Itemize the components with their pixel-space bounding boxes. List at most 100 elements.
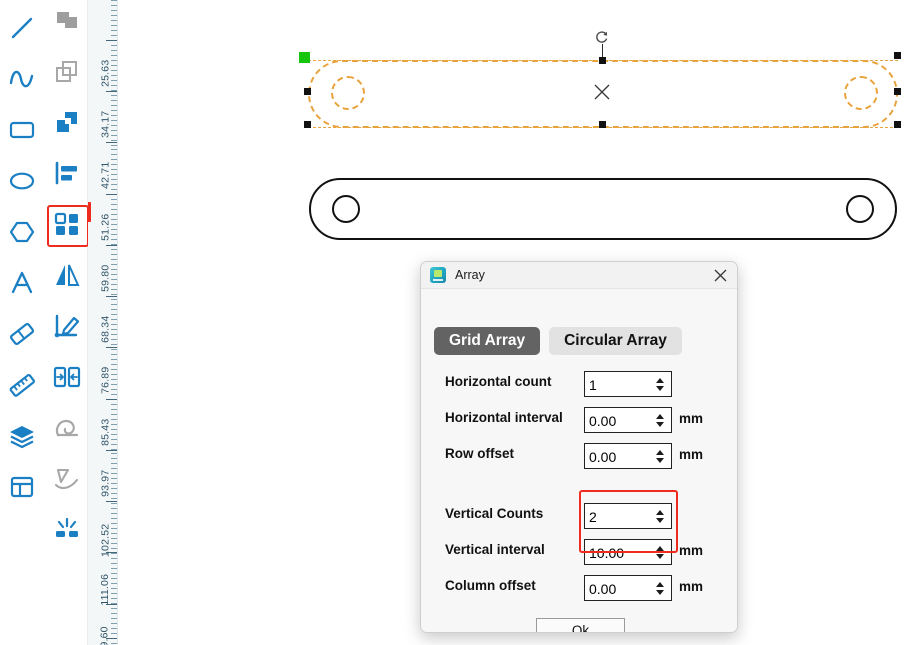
selection-handle-mid-right[interactable] bbox=[894, 88, 901, 95]
distribute-tool-icon[interactable] bbox=[45, 355, 89, 399]
selection-handle-mid-left[interactable] bbox=[304, 88, 311, 95]
dialog-body: Grid Array Circular Array Horizontal cou… bbox=[421, 289, 737, 632]
ruler-minor-tick bbox=[111, 324, 117, 325]
ruler-minor-tick bbox=[111, 533, 117, 534]
text-tool-icon[interactable] bbox=[0, 261, 44, 305]
stepper-down-icon[interactable] bbox=[655, 457, 664, 463]
ruler-minor-tick bbox=[111, 269, 117, 270]
column-offset-input[interactable]: 0.00 bbox=[584, 575, 672, 601]
stepper-down-icon[interactable] bbox=[655, 553, 664, 559]
tab-grid-array[interactable]: Grid Array bbox=[434, 327, 541, 355]
align-tool-icon[interactable] bbox=[45, 151, 89, 195]
horizontal-count-stepper[interactable] bbox=[651, 372, 671, 396]
stepper-down-icon[interactable] bbox=[655, 421, 664, 427]
ruler-minor-tick bbox=[111, 25, 117, 26]
ruler-minor-tick bbox=[111, 5, 117, 6]
explode-tool-icon[interactable] bbox=[45, 508, 89, 552]
rounded-slot-shape[interactable] bbox=[309, 178, 897, 240]
stepper-down-icon[interactable] bbox=[655, 385, 664, 391]
vertical-counts-stepper[interactable] bbox=[651, 504, 671, 528]
array-tool-icon[interactable] bbox=[45, 202, 89, 246]
stepper-up-icon[interactable] bbox=[655, 413, 664, 419]
ok-button[interactable]: Ok bbox=[536, 618, 625, 632]
ruler-minor-tick bbox=[111, 219, 117, 220]
label-horizontal-interval: Horizontal interval bbox=[445, 410, 563, 425]
selection-handle-top-right[interactable] bbox=[894, 52, 901, 59]
mirror-tool-icon[interactable] bbox=[45, 253, 89, 297]
vertical-interval-input[interactable]: 10.00 bbox=[584, 539, 672, 565]
intersect-tool-icon[interactable] bbox=[45, 100, 89, 144]
selection-origin-handle[interactable] bbox=[299, 52, 310, 63]
ruler-label: 102.52 bbox=[99, 523, 111, 557]
horizontal-interval-stepper[interactable] bbox=[651, 408, 671, 432]
selection-handle-bottom-center[interactable] bbox=[599, 121, 606, 128]
ruler-minor-tick bbox=[111, 214, 117, 215]
ruler-minor-tick bbox=[111, 578, 117, 579]
tab-circular-array[interactable]: Circular Array bbox=[549, 327, 682, 355]
node-edit-tool-icon[interactable] bbox=[45, 304, 89, 348]
stepper-up-icon[interactable] bbox=[655, 377, 664, 383]
stepper-up-icon[interactable] bbox=[655, 449, 664, 455]
ruler-minor-tick bbox=[111, 344, 117, 345]
column-offset-stepper[interactable] bbox=[651, 576, 671, 600]
ellipse-tool-icon[interactable] bbox=[0, 159, 44, 203]
unit-row-offset: mm bbox=[679, 447, 704, 462]
ruler-minor-tick bbox=[111, 374, 117, 375]
vertical-ruler[interactable]: 25.63 34.17 42.71 51.26 59.80 68.34 76.89 85.43… bbox=[88, 0, 118, 645]
selection-handle-bottom-right[interactable] bbox=[894, 121, 901, 128]
offset-tool-icon[interactable] bbox=[45, 406, 89, 450]
subtract-tool-icon[interactable] bbox=[45, 49, 89, 93]
selection-handle-top-center[interactable] bbox=[599, 57, 606, 64]
ruler-minor-tick bbox=[111, 179, 117, 180]
row-offset-input[interactable]: 0.00 bbox=[584, 443, 672, 469]
union-tool-icon[interactable] bbox=[45, 0, 89, 42]
ruler-minor-tick bbox=[111, 130, 117, 131]
ruler-minor-tick bbox=[111, 149, 117, 150]
stepper-down-icon[interactable] bbox=[655, 589, 664, 595]
polygon-tool-icon[interactable] bbox=[0, 210, 44, 254]
ruler-minor-tick bbox=[111, 105, 117, 106]
field-row-horizontal-interval: Horizontal interval 0.00 mm bbox=[421, 407, 737, 433]
field-row-vertical-counts: Vertical Counts 2 bbox=[421, 503, 737, 529]
ruler-major-tick bbox=[106, 399, 117, 400]
stepper-up-icon[interactable] bbox=[655, 545, 664, 551]
rectangle-tool-icon[interactable] bbox=[0, 108, 44, 152]
ruler-label: 119.60 bbox=[99, 626, 111, 645]
ruler-minor-tick bbox=[111, 85, 117, 86]
label-vertical-interval: Vertical interval bbox=[445, 542, 545, 557]
line-tool-icon[interactable] bbox=[0, 6, 44, 50]
vertical-counts-input[interactable]: 2 bbox=[584, 503, 672, 529]
ruler-minor-tick bbox=[111, 339, 117, 340]
ruler-minor-tick bbox=[111, 80, 117, 81]
ruler-major-tick bbox=[106, 194, 117, 195]
ruler-minor-tick bbox=[111, 633, 117, 634]
selection-handle-bottom-left[interactable] bbox=[304, 121, 311, 128]
ruler-minor-tick bbox=[111, 424, 117, 425]
stepper-up-icon[interactable] bbox=[655, 509, 664, 515]
ruler-minor-tick bbox=[111, 239, 117, 240]
curve-tool-icon[interactable] bbox=[0, 57, 44, 101]
stepper-down-icon[interactable] bbox=[655, 517, 664, 523]
ruler-label: 68.34 bbox=[99, 315, 111, 343]
ruler-minor-tick bbox=[111, 60, 117, 61]
ruler-minor-tick bbox=[111, 538, 117, 539]
ruler-minor-tick bbox=[111, 354, 117, 355]
label-column-offset: Column offset bbox=[445, 578, 536, 593]
frame-tool-icon[interactable] bbox=[0, 465, 44, 509]
row-offset-stepper[interactable] bbox=[651, 444, 671, 468]
measure-tool-icon[interactable] bbox=[0, 363, 44, 407]
horizontal-count-input[interactable]: 1 bbox=[584, 371, 672, 397]
layers-tool-icon[interactable] bbox=[0, 414, 44, 458]
ruler-minor-tick bbox=[111, 613, 117, 614]
ruler-minor-tick bbox=[111, 35, 117, 36]
ruler-minor-tick bbox=[111, 164, 117, 165]
vertical-interval-stepper[interactable] bbox=[651, 540, 671, 564]
close-icon[interactable] bbox=[709, 264, 731, 286]
rotate-handle-icon[interactable] bbox=[594, 29, 610, 45]
ruler-minor-tick bbox=[111, 95, 117, 96]
ruler-minor-tick bbox=[111, 229, 117, 230]
stepper-up-icon[interactable] bbox=[655, 581, 664, 587]
text-path-tool-icon[interactable] bbox=[45, 457, 89, 501]
eraser-tool-icon[interactable] bbox=[0, 312, 44, 356]
horizontal-interval-input[interactable]: 0.00 bbox=[584, 407, 672, 433]
